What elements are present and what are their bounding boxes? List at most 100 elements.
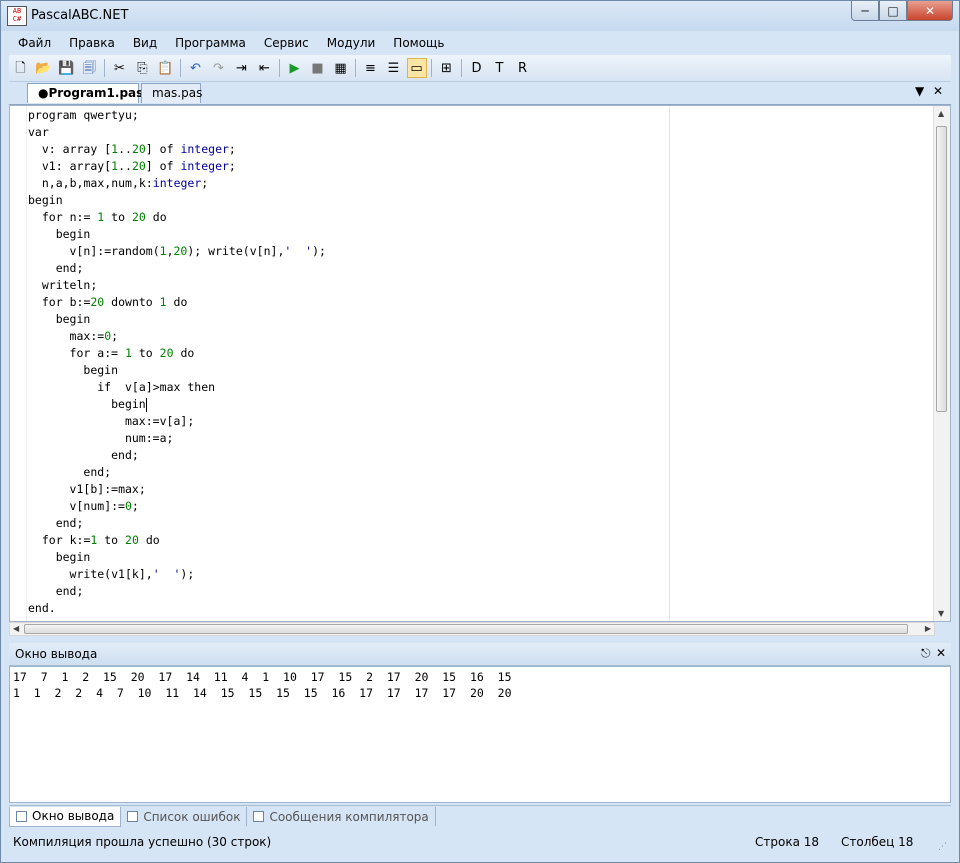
unindent-icon[interactable]: ⇤ [255, 58, 275, 78]
toolbar-separator [461, 59, 462, 77]
panel-icon [16, 810, 27, 822]
toolbar-separator [279, 59, 280, 77]
run-icon[interactable]: ▶ [285, 58, 305, 78]
scroll-right-icon[interactable]: ▶ [925, 624, 931, 633]
code-line[interactable]: v1: array[1..20] of integer; [28, 158, 326, 175]
cut-icon[interactable]: ✂ [110, 58, 130, 78]
panel-icon [127, 811, 139, 822]
code-line[interactable]: num:=a; [28, 430, 326, 447]
code-line[interactable]: end. [28, 600, 326, 617]
code-line[interactable]: begin [28, 226, 326, 243]
bottom-tab-2[interactable]: Сообщения компилятора [247, 807, 436, 826]
menu-item-6[interactable]: Помощь [384, 33, 453, 53]
toolbar-separator [431, 59, 432, 77]
status-bar: Компиляция прошла успешно (30 строк) Стр… [9, 830, 951, 854]
save-icon[interactable]: 💾 [57, 58, 77, 78]
step-icon[interactable]: ▦ [331, 58, 351, 78]
code-line[interactable]: end; [28, 464, 326, 481]
comment-icon[interactable]: ≡ [361, 58, 381, 78]
code-line[interactable]: end; [28, 260, 326, 277]
bottom-tab-1[interactable]: Список ошибок [121, 807, 248, 826]
debug-d-icon[interactable]: D [467, 58, 487, 78]
code-line[interactable]: v1[b]:=max; [28, 481, 326, 498]
code-line[interactable]: v[n]:=random(1,20); write(v[n],' '); [28, 243, 326, 260]
main-window: AB C# PascalABC.NET ─ □ ✕ Файл Правка Вид П… [0, 0, 960, 863]
format-icon[interactable]: ⊞ [437, 58, 457, 78]
code-line[interactable]: for b:=20 downto 1 do [28, 294, 326, 311]
code-line[interactable]: begin [28, 311, 326, 328]
close-button[interactable]: ✕ [907, 1, 953, 21]
output-title: Окно вывода [15, 647, 98, 661]
menu-item-1[interactable]: Правка [60, 33, 124, 53]
scroll-left-icon[interactable]: ◀ [13, 624, 19, 633]
scroll-up-icon[interactable]: ▲ [938, 109, 944, 118]
vertical-scroll-thumb[interactable] [936, 126, 947, 412]
code-line[interactable]: begin [28, 549, 326, 566]
code-line[interactable]: max:=0; [28, 328, 326, 345]
code-line[interactable]: end; [28, 515, 326, 532]
code-line[interactable]: begin [28, 362, 326, 379]
code-editor[interactable]: program qwertyu; var v: array [1..20] of … [9, 105, 951, 622]
menu-item-4[interactable]: Сервис [255, 33, 318, 53]
maximize-button[interactable]: □ [879, 1, 907, 21]
stop-icon[interactable]: ■ [308, 58, 328, 78]
menu-bar: Файл Правка Вид Программа Сервис Модули Помощь [9, 33, 951, 53]
horizontal-scrollbar[interactable]: ◀ ▶ [9, 622, 935, 636]
paste-icon[interactable]: 📋 [156, 58, 176, 78]
title-bar[interactable]: AB C# PascalABC.NET ─ □ ✕ [1, 1, 959, 31]
uncomment-icon[interactable]: ☰ [384, 58, 404, 78]
menu-item-0[interactable]: Файл [9, 33, 60, 53]
close-output-icon[interactable]: ✕ [936, 646, 946, 660]
tab-program1[interactable]: ●Program1.pas* [27, 83, 150, 103]
code-line[interactable]: var [28, 124, 326, 141]
code-line[interactable]: begin [28, 396, 326, 413]
code-line[interactable]: v[num]:=0; [28, 498, 326, 515]
code-line[interactable]: n,a,b,max,num,k:integer; [28, 175, 326, 192]
menu-item-3[interactable]: Программа [166, 33, 255, 53]
code-line[interactable]: begin [28, 192, 326, 209]
code-line[interactable]: end; [28, 583, 326, 600]
code-line[interactable]: v: array [1..20] of integer; [28, 141, 326, 158]
vertical-scrollbar[interactable]: ▲ ▼ [933, 106, 950, 621]
tab-mas[interactable]: mas.pas [141, 83, 202, 103]
toolbar: 🗋 📂 💾 🗐 ✂ ⎘ 📋 ↶ ↷ ⇥ ⇤ ▶ ■ ▦ ≡ ☰ ▭ ⊞ D T R [9, 55, 951, 82]
copy-icon[interactable]: ⎘ [133, 58, 153, 78]
code-line[interactable]: writeln; [28, 277, 326, 294]
close-tab-icon[interactable]: ✕ [933, 84, 943, 98]
menu-item-5[interactable]: Модули [318, 33, 385, 53]
code-line[interactable]: program qwertyu; [28, 107, 326, 124]
code-line[interactable]: write(v1[k],' '); [28, 566, 326, 583]
open-icon[interactable]: 📂 [34, 58, 54, 78]
horizontal-scroll-thumb[interactable] [24, 624, 908, 634]
code-line[interactable]: end; [28, 447, 326, 464]
code-area[interactable]: program qwertyu; var v: array [1..20] of … [28, 107, 326, 617]
redo-icon[interactable]: ↷ [209, 58, 229, 78]
debug-r-icon[interactable]: R [513, 58, 533, 78]
save-all-icon[interactable]: 🗐 [80, 58, 100, 78]
code-line[interactable]: for k:=1 to 20 do [28, 532, 326, 549]
output-line: 1 1 2 2 4 7 10 11 14 15 15 15 15 16 17 1… [13, 686, 512, 700]
code-line[interactable]: for a:= 1 to 20 do [28, 345, 326, 362]
debug-t-icon[interactable]: T [490, 58, 510, 78]
pin-icon[interactable]: ⎋ [921, 646, 931, 661]
menu-item-2[interactable]: Вид [124, 33, 166, 53]
bottom-tab-bar: Окно вывода Список ошибок Сообщения компил… [9, 805, 951, 827]
resize-grip-icon[interactable]: ⋰ [938, 842, 947, 852]
console-icon[interactable]: ▭ [406, 58, 427, 78]
code-line[interactable]: if v[a]>max then [28, 379, 326, 396]
scroll-down-icon[interactable]: ▼ [938, 609, 944, 618]
right-margin-line [669, 106, 670, 621]
indent-icon[interactable]: ⇥ [232, 58, 252, 78]
code-line[interactable]: for n:= 1 to 20 do [28, 209, 326, 226]
text-caret [145, 397, 147, 412]
minimize-button[interactable]: ─ [851, 1, 879, 21]
editor-gutter [10, 106, 27, 621]
output-text[interactable]: 17 7 1 2 15 20 17 14 11 4 1 10 17 15 2 1… [9, 666, 951, 803]
code-line[interactable]: max:=v[a]; [28, 413, 326, 430]
new-file-icon[interactable]: 🗋 [11, 58, 31, 78]
editor-tab-bar: ●Program1.pas* mas.pas ▼ ✕ [9, 82, 951, 105]
bottom-tab-0[interactable]: Окно вывода [9, 806, 122, 827]
undo-icon[interactable]: ↶ [186, 58, 206, 78]
output-header: Окно вывода ⎋ ✕ [9, 643, 951, 666]
tab-list-icon[interactable]: ▼ [915, 84, 924, 98]
